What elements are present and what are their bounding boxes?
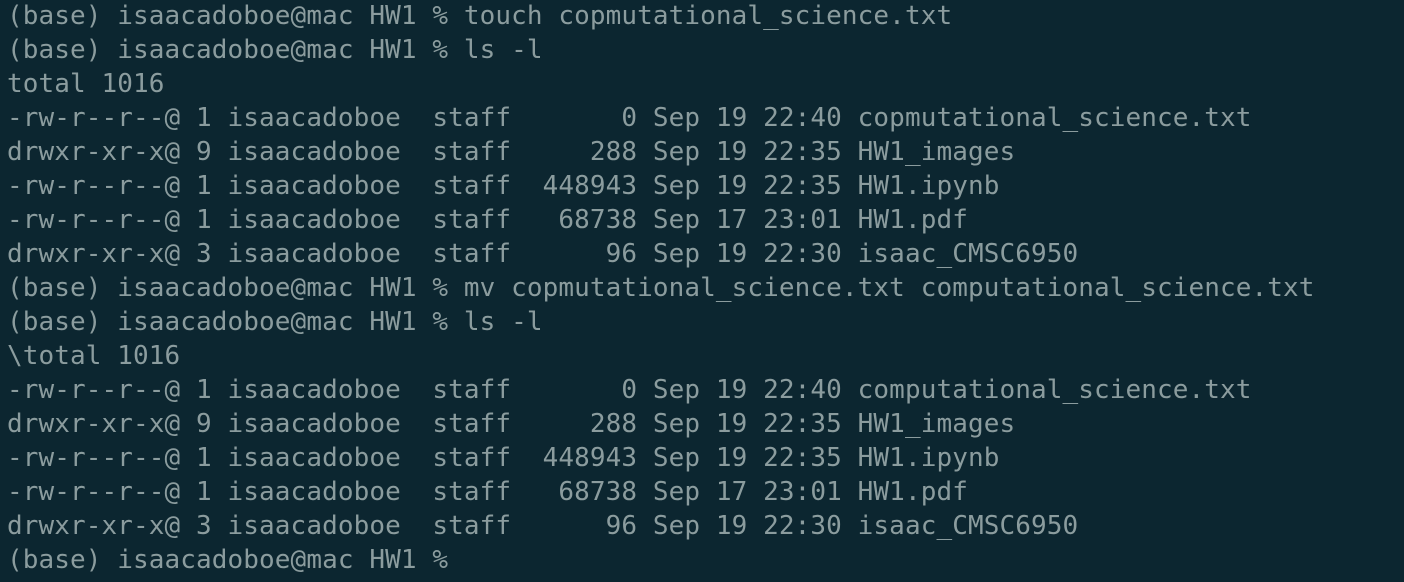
terminal-line: \total 1016 [7, 341, 181, 371]
terminal-line: drwxr-xr-x@ 3 isaacadoboe staff 96 Sep 1… [7, 239, 1079, 269]
terminal-line: total 1016 [7, 69, 165, 99]
terminal-line: drwxr-xr-x@ 3 isaacadoboe staff 96 Sep 1… [7, 511, 1079, 541]
terminal-line: -rw-r--r--@ 1 isaacadoboe staff 448943 S… [7, 443, 1000, 473]
terminal-line: -rw-r--r--@ 1 isaacadoboe staff 0 Sep 19… [7, 103, 1252, 133]
terminal-line: (base) isaacadoboe@mac HW1 % mv copmutat… [7, 273, 1315, 303]
terminal-prompt[interactable]: (base) isaacadoboe@mac HW1 % [7, 543, 1315, 577]
terminal-line: drwxr-xr-x@ 9 isaacadoboe staff 288 Sep … [7, 409, 1016, 439]
terminal-line: drwxr-xr-x@ 9 isaacadoboe staff 288 Sep … [7, 137, 1016, 167]
terminal-line: -rw-r--r--@ 1 isaacadoboe staff 68738 Se… [7, 477, 968, 507]
terminal-line: -rw-r--r--@ 1 isaacadoboe staff 448943 S… [7, 171, 1000, 201]
terminal-line: (base) isaacadoboe@mac HW1 % touch copmu… [7, 1, 953, 31]
terminal-line: -rw-r--r--@ 1 isaacadoboe staff 0 Sep 19… [7, 375, 1252, 405]
terminal-line: (base) isaacadoboe@mac HW1 % ls -l [7, 307, 543, 337]
terminal-line: (base) isaacadoboe@mac HW1 % ls -l [7, 35, 543, 65]
terminal-output[interactable]: (base) isaacadoboe@mac HW1 % touch copmu… [7, 0, 1315, 577]
terminal-line: -rw-r--r--@ 1 isaacadoboe staff 68738 Se… [7, 205, 968, 235]
